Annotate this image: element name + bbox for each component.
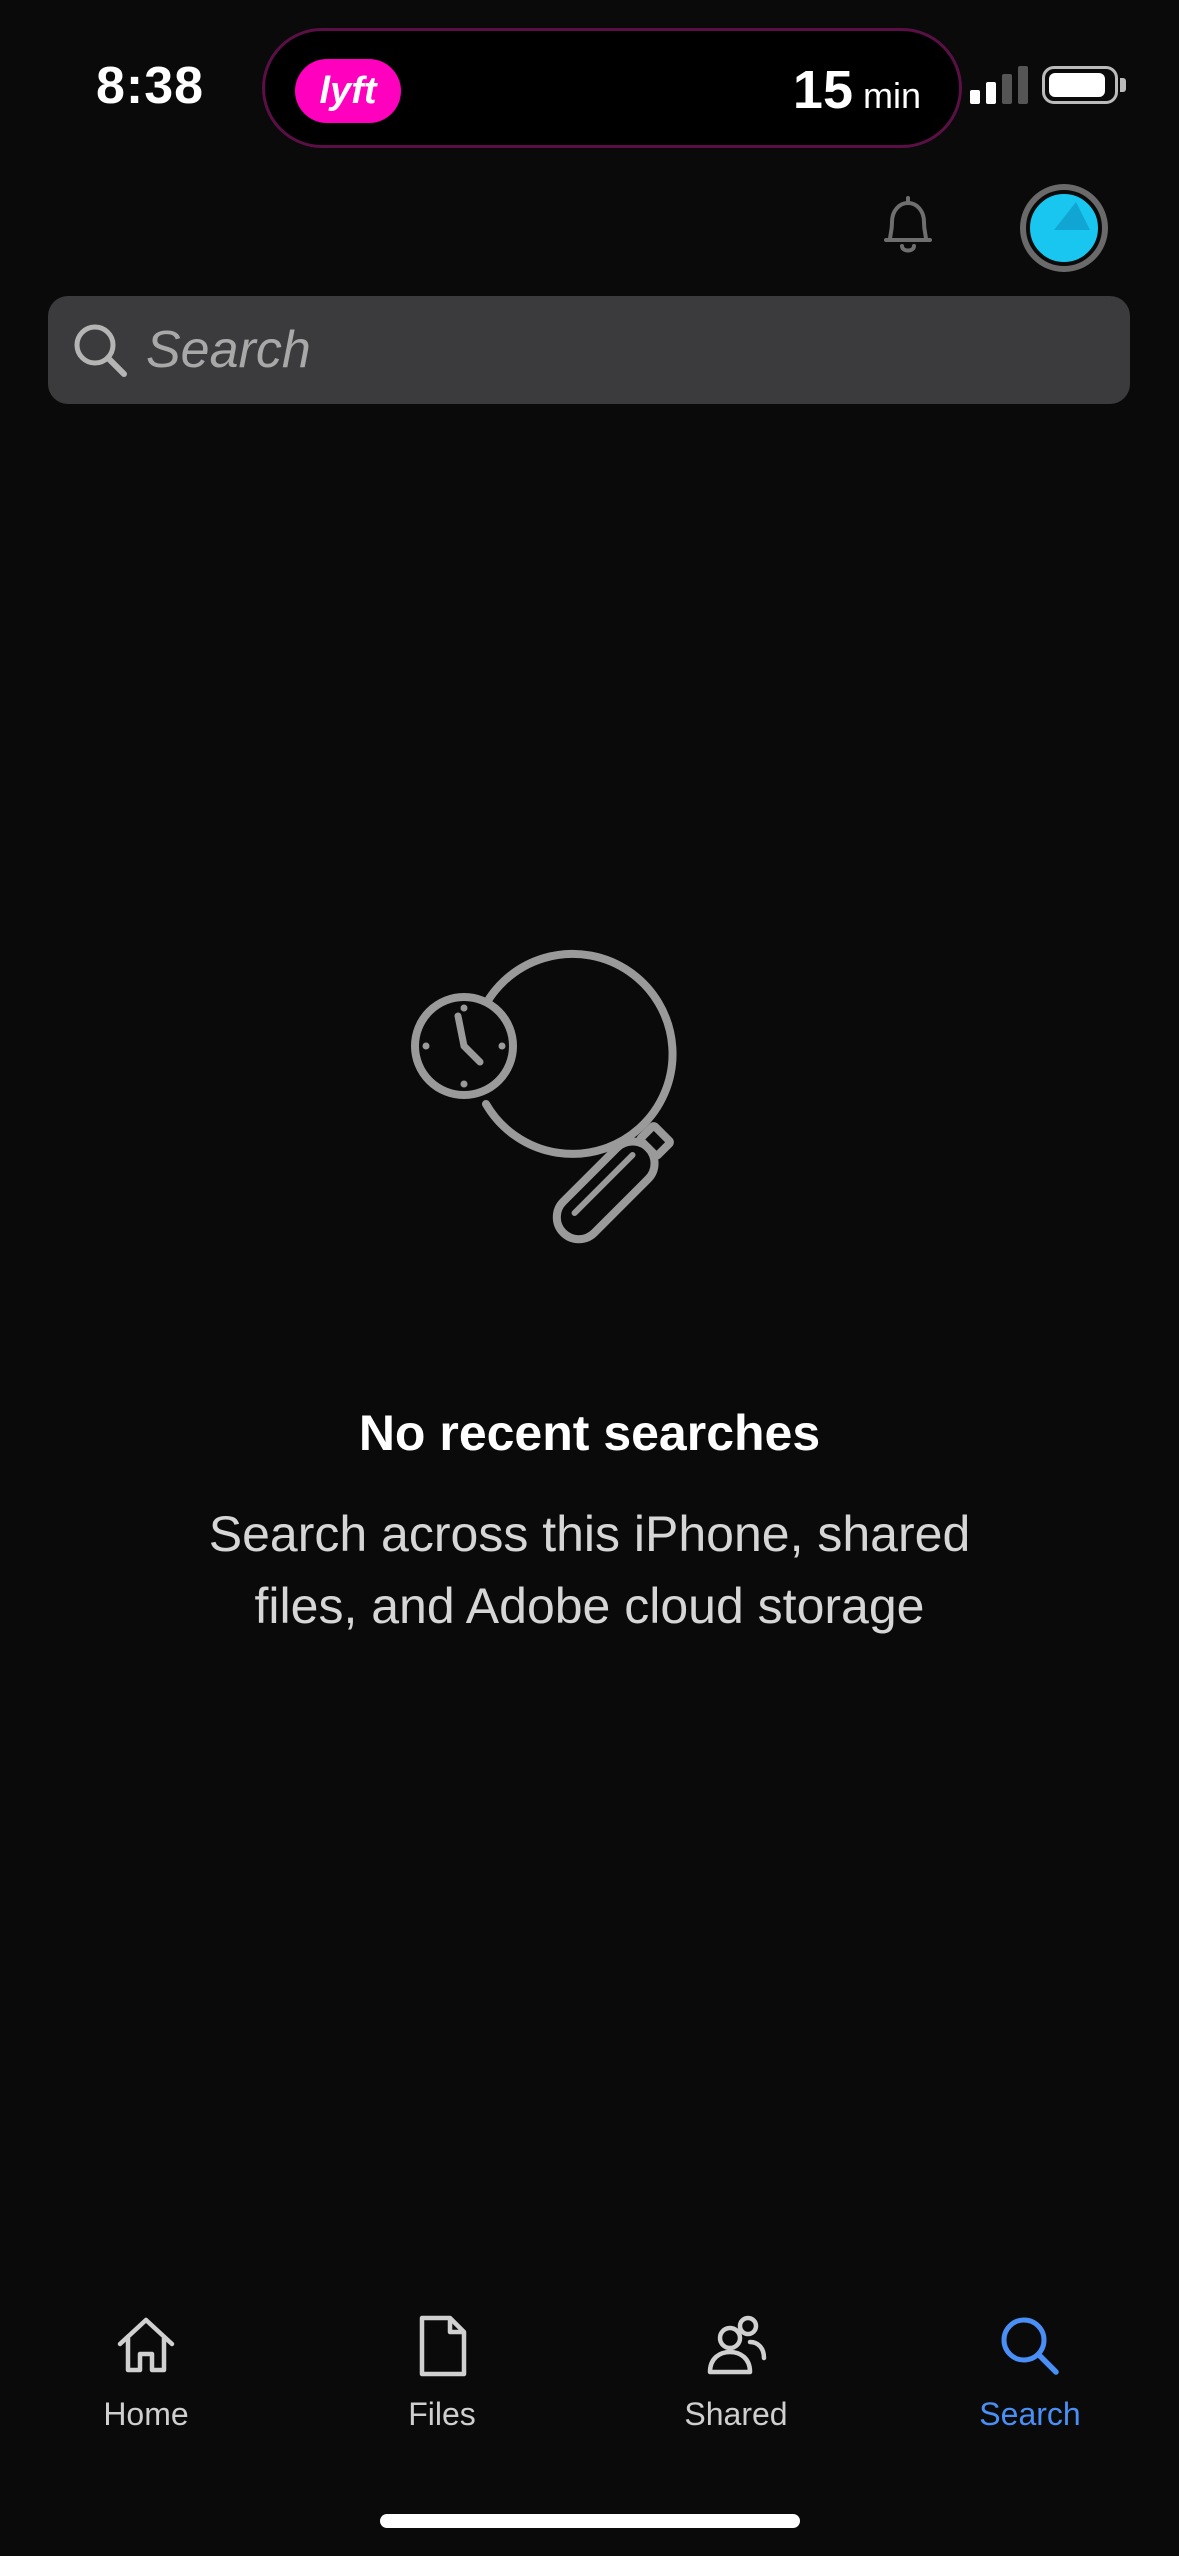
bell-icon[interactable] <box>876 194 940 260</box>
battery-tip <box>1120 78 1126 92</box>
search-bar[interactable] <box>48 296 1130 404</box>
app-screen: 8:38 lyft 15 min Search No recent search… <box>0 0 1179 2556</box>
recent-search-magnifier-clock-icon <box>411 949 677 1244</box>
lyft-logo: lyft <box>295 59 401 123</box>
tab-files[interactable]: Files <box>342 2310 542 2433</box>
eta: 15 min <box>793 59 921 121</box>
empty-state-title: No recent searches <box>358 1405 821 1461</box>
cellular-signal-icon <box>970 66 1028 104</box>
battery-icon <box>1042 66 1118 104</box>
live-activity-island[interactable]: lyft 15 min <box>262 28 962 148</box>
eta-value: 15 <box>792 60 853 120</box>
home-indicator[interactable] <box>380 2514 800 2528</box>
people-icon <box>707 2315 767 2375</box>
file-icon <box>419 2315 467 2377</box>
eta-unit: min <box>862 75 921 116</box>
tab-label: Files <box>408 2396 476 2432</box>
home-icon <box>117 2317 175 2373</box>
signal-bar <box>986 82 996 104</box>
search-icon <box>1001 2317 1059 2375</box>
tab-search[interactable]: Search <box>930 2310 1130 2433</box>
search-icon <box>74 324 127 377</box>
tab-bar: Home Files Shared Search <box>0 2310 1179 2470</box>
tab-label: Shared <box>684 2396 788 2432</box>
tab-shared[interactable]: Shared <box>636 2310 836 2433</box>
empty-state-description: Search across this iPhone, shared files,… <box>208 1506 971 1634</box>
signal-bar <box>970 90 980 104</box>
status-time: 8:38 <box>96 57 205 115</box>
signal-bar <box>1002 74 1012 104</box>
signal-bar <box>1018 66 1028 104</box>
avatar[interactable] <box>1020 184 1108 272</box>
tab-label: Home <box>103 2396 189 2432</box>
battery-level <box>1049 73 1105 97</box>
tab-label: Search <box>979 2396 1081 2432</box>
search-input[interactable] <box>146 296 1130 404</box>
tab-home[interactable]: Home <box>46 2310 246 2433</box>
avatar-image <box>1026 190 1102 266</box>
